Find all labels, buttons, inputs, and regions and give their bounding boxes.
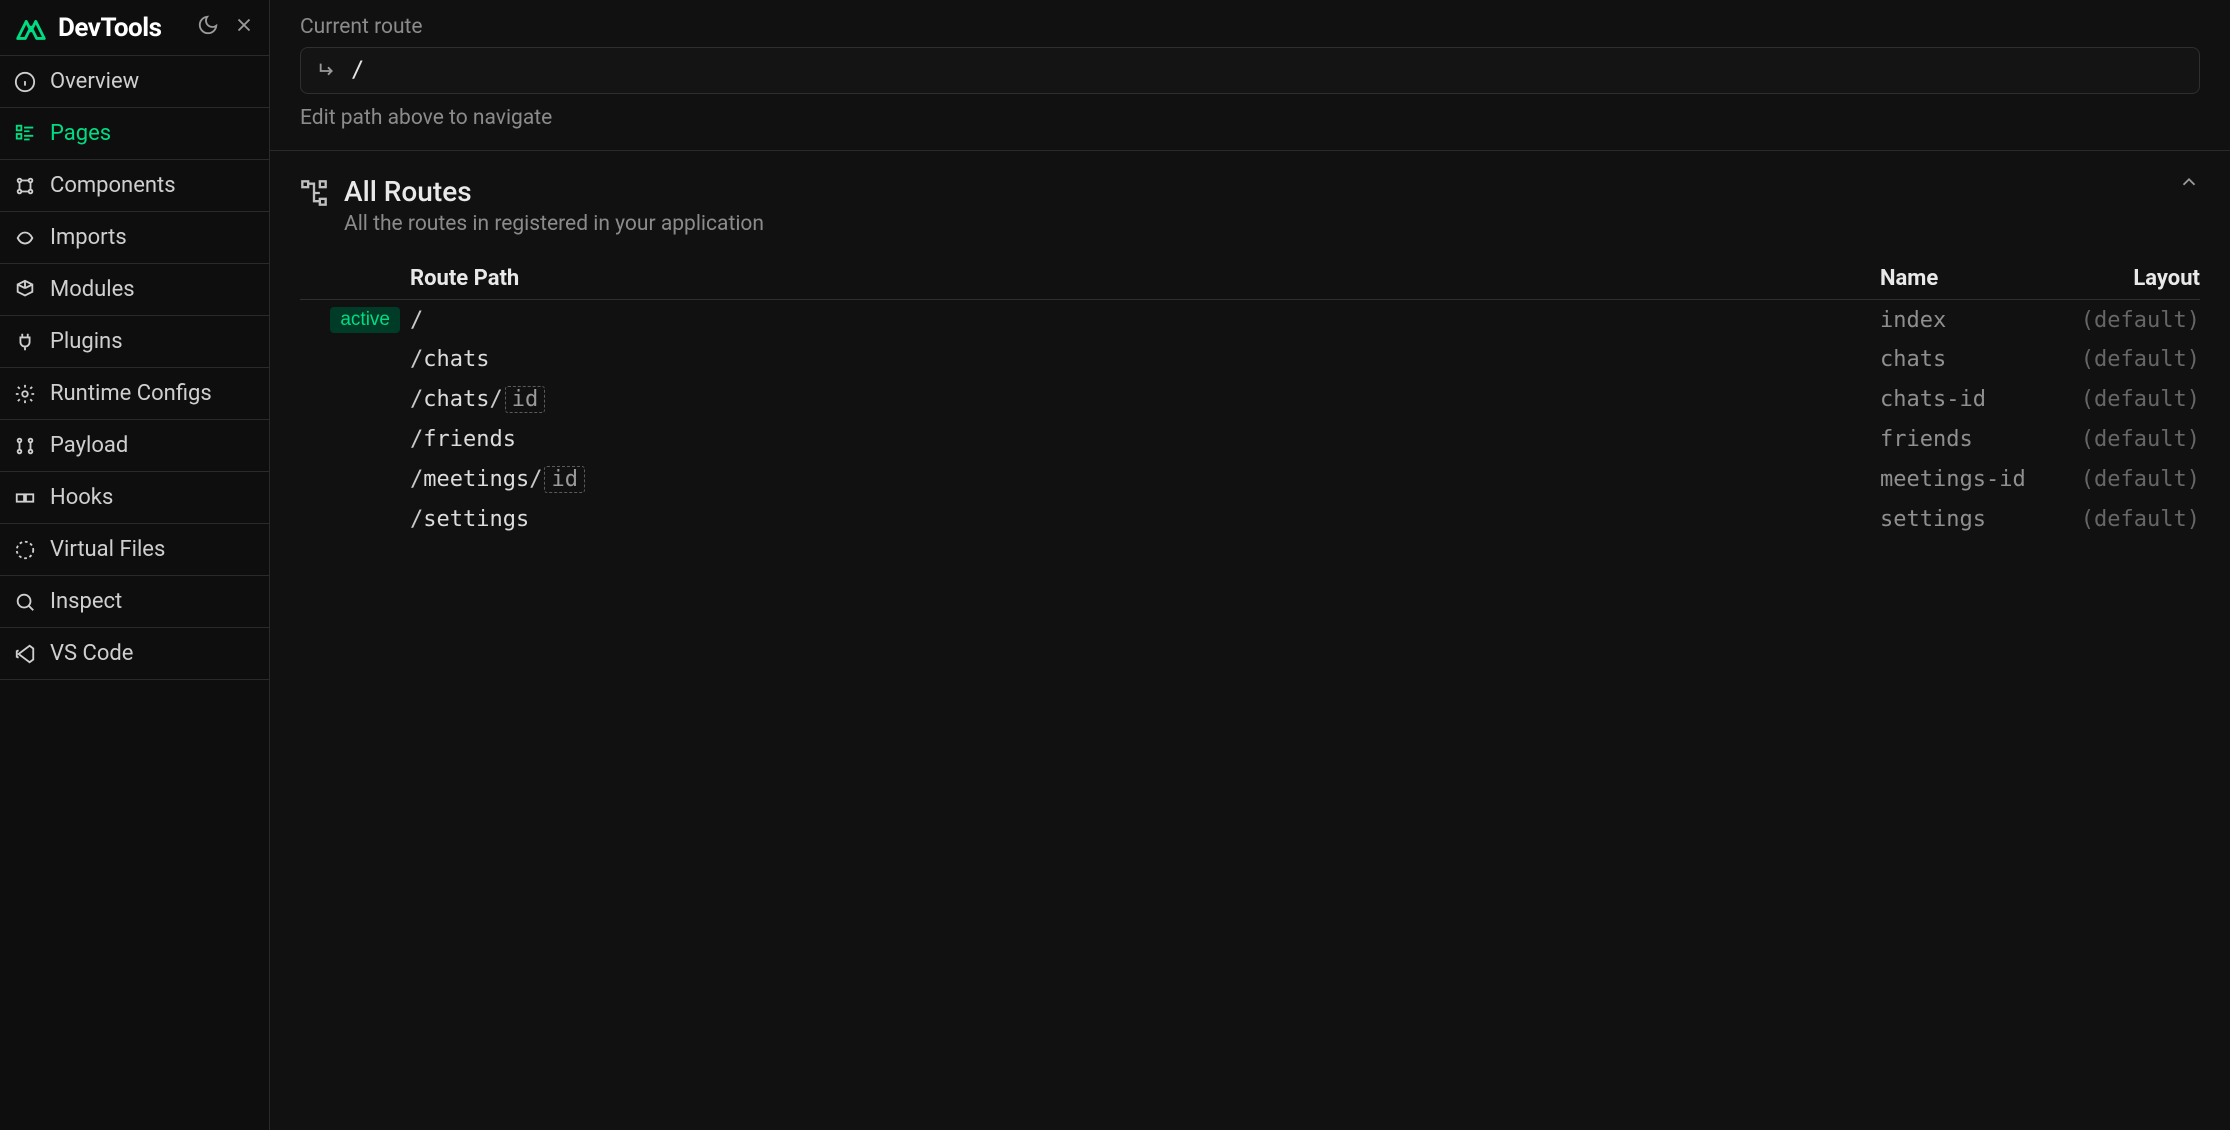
route-path: /chats/id: [410, 386, 1880, 413]
route-layout: (default): [2050, 347, 2200, 372]
chevron-up-icon: [2178, 171, 2200, 193]
nuxt-logo-icon: [12, 13, 50, 43]
route-layout: (default): [2050, 467, 2200, 492]
imports-icon: [14, 227, 36, 249]
sidebar-item-label: Pages: [50, 121, 111, 146]
sidebar-item-label: Components: [50, 173, 176, 198]
sidebar-item-hooks[interactable]: Hooks: [0, 472, 269, 524]
main: Current route Edit path above to navigat…: [270, 0, 2230, 1130]
col-name: Name: [1880, 266, 2050, 291]
route-path: /settings: [410, 507, 1880, 532]
route-row[interactable]: /settingssettings(default): [300, 500, 2200, 539]
route-row[interactable]: /chatschats(default): [300, 340, 2200, 379]
route-layout: (default): [2050, 507, 2200, 532]
sidebar-item-label: Payload: [50, 433, 128, 458]
hooks-icon: [14, 487, 36, 509]
sidebar-item-label: Overview: [50, 69, 139, 94]
routes-table: Route Path Name Layout active/index(defa…: [300, 258, 2200, 539]
route-row[interactable]: /chats/idchats-id(default): [300, 379, 2200, 420]
collapse-toggle[interactable]: [2178, 171, 2200, 199]
route-param: id: [544, 466, 585, 493]
current-route-input[interactable]: [351, 58, 2183, 83]
sidebar-item-label: Imports: [50, 225, 127, 250]
route-param: id: [505, 386, 546, 413]
active-badge: active: [330, 307, 400, 333]
sidebar-item-label: Inspect: [50, 589, 122, 614]
current-route-panel: Current route Edit path above to navigat…: [270, 0, 2230, 151]
sidebar-item-overview[interactable]: Overview: [0, 56, 269, 108]
sidebar-item-label: Plugins: [50, 329, 123, 354]
routes-table-body: active/index(default)/chatschats(default…: [300, 300, 2200, 539]
route-path: /friends: [410, 427, 1880, 452]
route-path: /: [410, 308, 1880, 333]
sidebar-item-inspect[interactable]: Inspect: [0, 576, 269, 628]
sidebar-item-components[interactable]: Components: [0, 160, 269, 212]
sidebar-item-pages[interactable]: Pages: [0, 108, 269, 160]
payload-icon: [14, 435, 36, 457]
col-route-path: Route Path: [410, 266, 1880, 291]
route-row[interactable]: /friendsfriends(default): [300, 420, 2200, 459]
routes-tree-icon: [300, 179, 328, 207]
current-route-hint: Edit path above to navigate: [300, 106, 2200, 130]
sidebar-item-label: Virtual Files: [50, 537, 165, 562]
route-name: friends: [1880, 427, 2050, 452]
all-routes-header: All Routes All the routes in registered …: [270, 151, 2230, 254]
modules-icon: [14, 279, 36, 301]
components-icon: [14, 175, 36, 197]
col-layout: Layout: [2050, 266, 2200, 291]
route-name: settings: [1880, 507, 2050, 532]
sidebar-item-label: Modules: [50, 277, 135, 302]
sidebar-item-label: Hooks: [50, 485, 113, 510]
sidebar: DevTools Overview Pages Components Imports M…: [0, 0, 270, 1130]
route-row[interactable]: /meetings/idmeetings-id(default): [300, 459, 2200, 500]
app-logo: DevTools: [12, 13, 161, 43]
all-routes-title: All Routes: [344, 175, 764, 208]
route-layout: (default): [2050, 308, 2200, 333]
route-path: /meetings/id: [410, 466, 1880, 493]
plugins-icon: [14, 331, 36, 353]
vscode-icon: [14, 643, 36, 665]
pages-icon: [14, 123, 36, 145]
configs-icon: [14, 383, 36, 405]
inspect-icon: [14, 591, 36, 613]
route-name: index: [1880, 308, 2050, 333]
sidebar-item-virtual-files[interactable]: Virtual Files: [0, 524, 269, 576]
sidebar-header: DevTools: [0, 0, 269, 56]
route-name: chats: [1880, 347, 2050, 372]
all-routes-subtitle: All the routes in registered in your app…: [344, 212, 764, 236]
sidebar-item-label: VS Code: [50, 641, 133, 666]
current-route-label: Current route: [300, 15, 2200, 39]
sidebar-item-imports[interactable]: Imports: [0, 212, 269, 264]
enter-arrow-icon: [317, 60, 339, 82]
route-name: chats-id: [1880, 387, 2050, 412]
sidebar-nav: Overview Pages Components Imports Modules Plu…: [0, 56, 269, 680]
route-row[interactable]: active /index(default): [300, 300, 2200, 340]
routes-table-header: Route Path Name Layout: [300, 258, 2200, 300]
sidebar-item-runtime-configs[interactable]: Runtime Configs: [0, 368, 269, 420]
close-icon[interactable]: [233, 14, 255, 42]
info-icon: [14, 71, 36, 93]
route-name: meetings-id: [1880, 467, 2050, 492]
sidebar-item-vscode[interactable]: VS Code: [0, 628, 269, 680]
sidebar-item-plugins[interactable]: Plugins: [0, 316, 269, 368]
sidebar-item-label: Runtime Configs: [50, 381, 212, 406]
app-title: DevTools: [58, 13, 161, 43]
sidebar-item-modules[interactable]: Modules: [0, 264, 269, 316]
route-path: /chats: [410, 347, 1880, 372]
route-layout: (default): [2050, 427, 2200, 452]
route-layout: (default): [2050, 387, 2200, 412]
sidebar-item-payload[interactable]: Payload: [0, 420, 269, 472]
theme-toggle-icon[interactable]: [197, 14, 219, 42]
virtual-files-icon: [14, 539, 36, 561]
all-routes-section: All Routes All the routes in registered …: [270, 151, 2230, 539]
current-route-input-wrapper[interactable]: [300, 47, 2200, 94]
